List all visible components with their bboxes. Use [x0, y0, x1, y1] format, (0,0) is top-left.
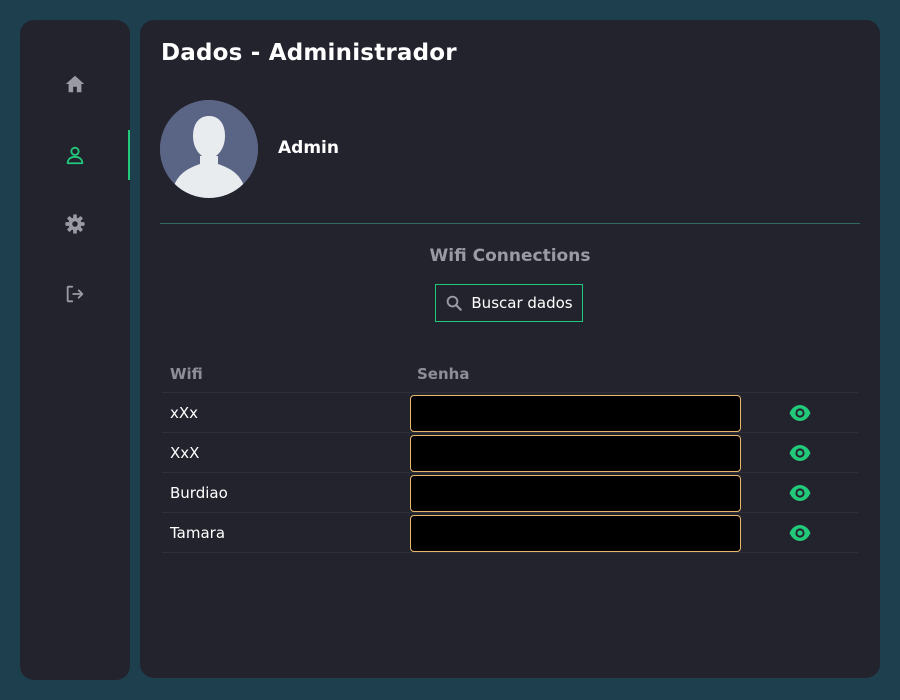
eye-icon[interactable] [788, 442, 812, 464]
user-avatar-icon [160, 100, 258, 198]
sidebar-item-profile[interactable] [20, 130, 130, 180]
profile-name: Admin [278, 138, 339, 158]
search-button[interactable]: Buscar dados [435, 284, 583, 322]
user-icon [66, 146, 84, 165]
search-button-label: Buscar dados [471, 294, 573, 312]
table-row: Tamara •••••••• [162, 513, 858, 553]
wifi-name: XxX [170, 444, 200, 462]
divider [160, 223, 860, 224]
table-row: Burdiao •••••••• [162, 473, 858, 513]
wifi-name: Burdiao [170, 484, 228, 502]
wifi-table: Wifi Senha xXx •••••••• XxX •••••••• Bur… [162, 360, 858, 553]
password-field[interactable]: •••••••• [410, 475, 741, 512]
wifi-name: Tamara [170, 524, 226, 542]
page-title: Dados - Administrador [161, 40, 457, 66]
column-header-wifi: Wifi [170, 365, 203, 383]
eye-icon[interactable] [788, 482, 812, 504]
show-password-eye-icon [789, 405, 811, 421]
gear-icon [65, 214, 85, 234]
avatar [160, 100, 258, 198]
show-password-eye-icon [789, 485, 811, 501]
wifi-name: xXx [170, 404, 199, 422]
eye-icon[interactable] [788, 522, 812, 544]
show-password-eye-icon [789, 525, 811, 541]
sidebar-item-settings[interactable] [20, 199, 130, 249]
table-row: xXx •••••••• [162, 393, 858, 433]
main-panel: Dados - Administrador Admin Wifi Connect… [140, 20, 880, 678]
table-header: Wifi Senha [162, 360, 858, 393]
password-field[interactable]: •••••••• [410, 435, 741, 472]
section-title: Wifi Connections [429, 246, 591, 266]
show-password-eye-icon [789, 445, 811, 461]
sidebar-item-logout[interactable] [20, 269, 130, 319]
sidebar-item-home[interactable] [20, 59, 130, 109]
logout-icon [66, 285, 84, 303]
password-field[interactable]: •••••••• [410, 515, 741, 552]
search-icon [447, 295, 463, 311]
eye-icon[interactable] [788, 402, 812, 424]
home-icon [65, 75, 85, 93]
column-header-senha: Senha [417, 365, 470, 383]
password-field[interactable]: •••••••• [410, 395, 741, 432]
table-row: XxX •••••••• [162, 433, 858, 473]
sidebar [20, 20, 130, 680]
